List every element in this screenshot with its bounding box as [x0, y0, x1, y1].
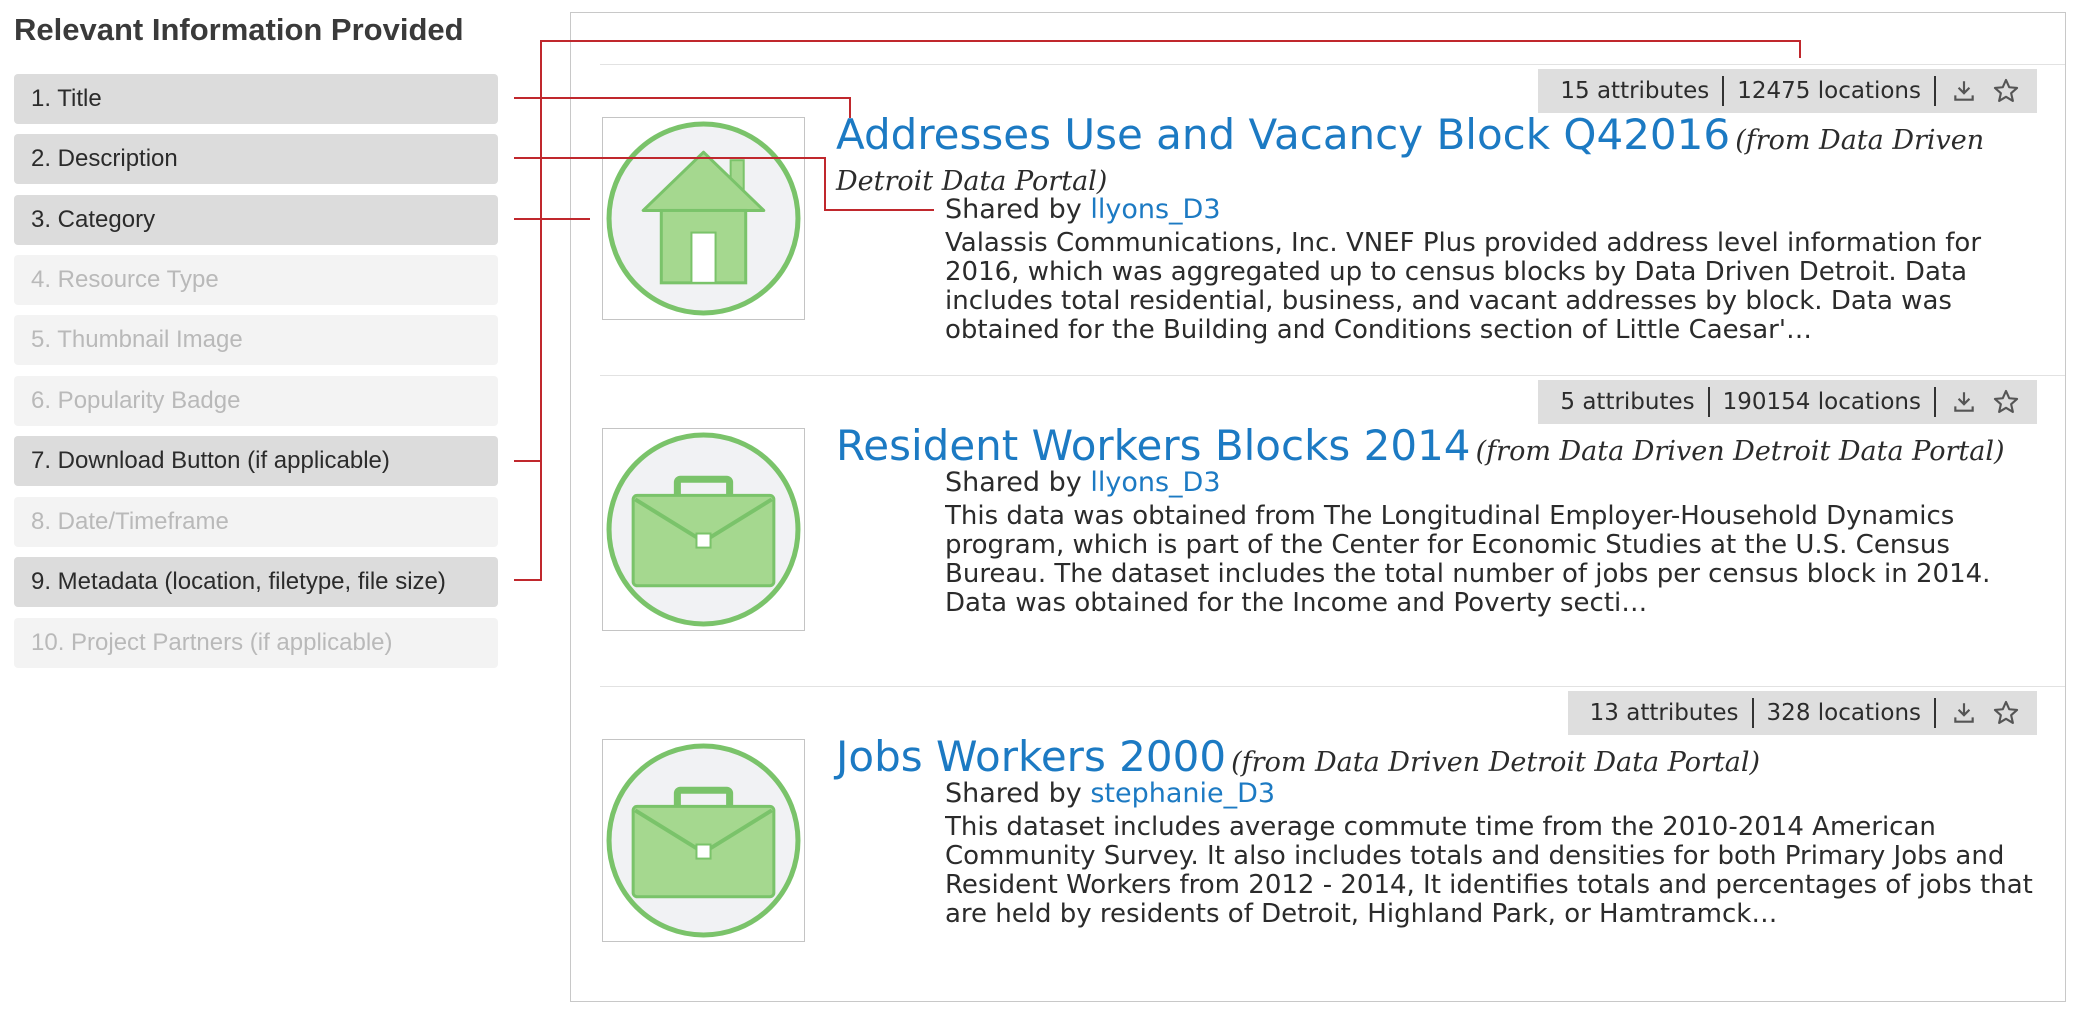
result-divider [600, 64, 2065, 65]
locations-count: 328 locations [1766, 700, 1921, 726]
result-divider [600, 375, 2065, 376]
attributes-count: 15 attributes [1560, 78, 1710, 104]
meta-separator [1707, 387, 1710, 417]
star-icon[interactable] [1991, 387, 2021, 417]
house-icon [606, 121, 801, 316]
result-card: 13 attributes 328 locations Jobs Workers… [571, 686, 2065, 986]
meta-separator [1934, 76, 1936, 106]
locations-count: 190154 locations [1722, 389, 1921, 415]
metadata-bar: 15 attributes 12475 locations [1538, 69, 2037, 113]
result-description: This data was obtained from The Longitud… [945, 502, 1991, 618]
legend-item-category: 3. Category [14, 195, 498, 245]
star-icon[interactable] [1991, 76, 2021, 106]
shared-by: Shared by stephanie_D3 [945, 778, 1275, 809]
result-description: This dataset includes average commute ti… [945, 813, 2033, 929]
metadata-bar: 13 attributes 328 locations [1567, 691, 2037, 735]
meta-separator [1751, 698, 1754, 728]
legend-item-popularity-badge: 6. Popularity Badge [14, 376, 498, 426]
legend-item-metadata: 9. Metadata (location, filetype, file si… [14, 557, 498, 607]
result-card: 5 attributes 190154 locations Resident W… [571, 375, 2065, 675]
legend-item-date-timeframe: 8. Date/Timeframe [14, 497, 498, 547]
shared-by-label: Shared by [945, 467, 1082, 498]
download-icon[interactable] [1949, 387, 1979, 417]
thumbnail-image[interactable] [602, 428, 805, 631]
legend-item-title: 1. Title [14, 74, 498, 124]
attributes-count: 13 attributes [1589, 700, 1739, 726]
attributes-count: 5 attributes [1560, 389, 1695, 415]
result-title-line: Addresses Use and Vacancy Block Q42016 (… [836, 114, 2015, 204]
shared-by-label: Shared by [945, 194, 1082, 225]
result-source: (from Data Driven Detroit Data Portal) [1231, 747, 1761, 778]
shared-by: Shared by llyons_D3 [945, 467, 1221, 498]
result-title-link[interactable]: Resident Workers Blocks 2014 [836, 421, 1471, 470]
legend-item-download-button: 7. Download Button (if applicable) [14, 436, 498, 486]
legend-title: Relevant Information Provided [14, 12, 464, 47]
shared-by: Shared by llyons_D3 [945, 194, 1221, 225]
thumbnail-image[interactable] [602, 117, 805, 320]
author-link[interactable]: stephanie_D3 [1090, 778, 1275, 809]
search-results-panel: 15 attributes 12475 locations Addresses … [570, 12, 2066, 1002]
download-icon[interactable] [1949, 698, 1979, 728]
result-title-link[interactable]: Addresses Use and Vacancy Block Q42016 [836, 110, 1730, 159]
result-source: (from Data Driven Detroit Data Portal) [1475, 436, 2005, 467]
locations-count: 12475 locations [1737, 78, 1921, 104]
briefcase-icon [606, 432, 801, 627]
shared-by-label: Shared by [945, 778, 1082, 809]
meta-separator [1934, 387, 1936, 417]
thumbnail-image[interactable] [602, 739, 805, 942]
result-description: Valassis Communications, Inc. VNEF Plus … [945, 229, 1982, 345]
meta-separator [1722, 76, 1725, 106]
legend-item-description: 2. Description [14, 134, 498, 184]
legend-item-project-partners: 10. Project Partners (if applicable) [14, 618, 498, 668]
briefcase-icon [606, 743, 801, 938]
meta-separator [1934, 698, 1936, 728]
result-title-link[interactable]: Jobs Workers 2000 [836, 732, 1226, 781]
metadata-bar: 5 attributes 190154 locations [1538, 380, 2037, 424]
result-divider [600, 686, 2065, 687]
star-icon[interactable] [1991, 698, 2021, 728]
legend-item-thumbnail-image: 5. Thumbnail Image [14, 315, 498, 365]
author-link[interactable]: llyons_D3 [1090, 194, 1220, 225]
download-icon[interactable] [1949, 76, 1979, 106]
legend-item-resource-type: 4. Resource Type [14, 255, 498, 305]
result-card: 15 attributes 12475 locations Addresses … [571, 64, 2065, 364]
author-link[interactable]: llyons_D3 [1090, 467, 1220, 498]
